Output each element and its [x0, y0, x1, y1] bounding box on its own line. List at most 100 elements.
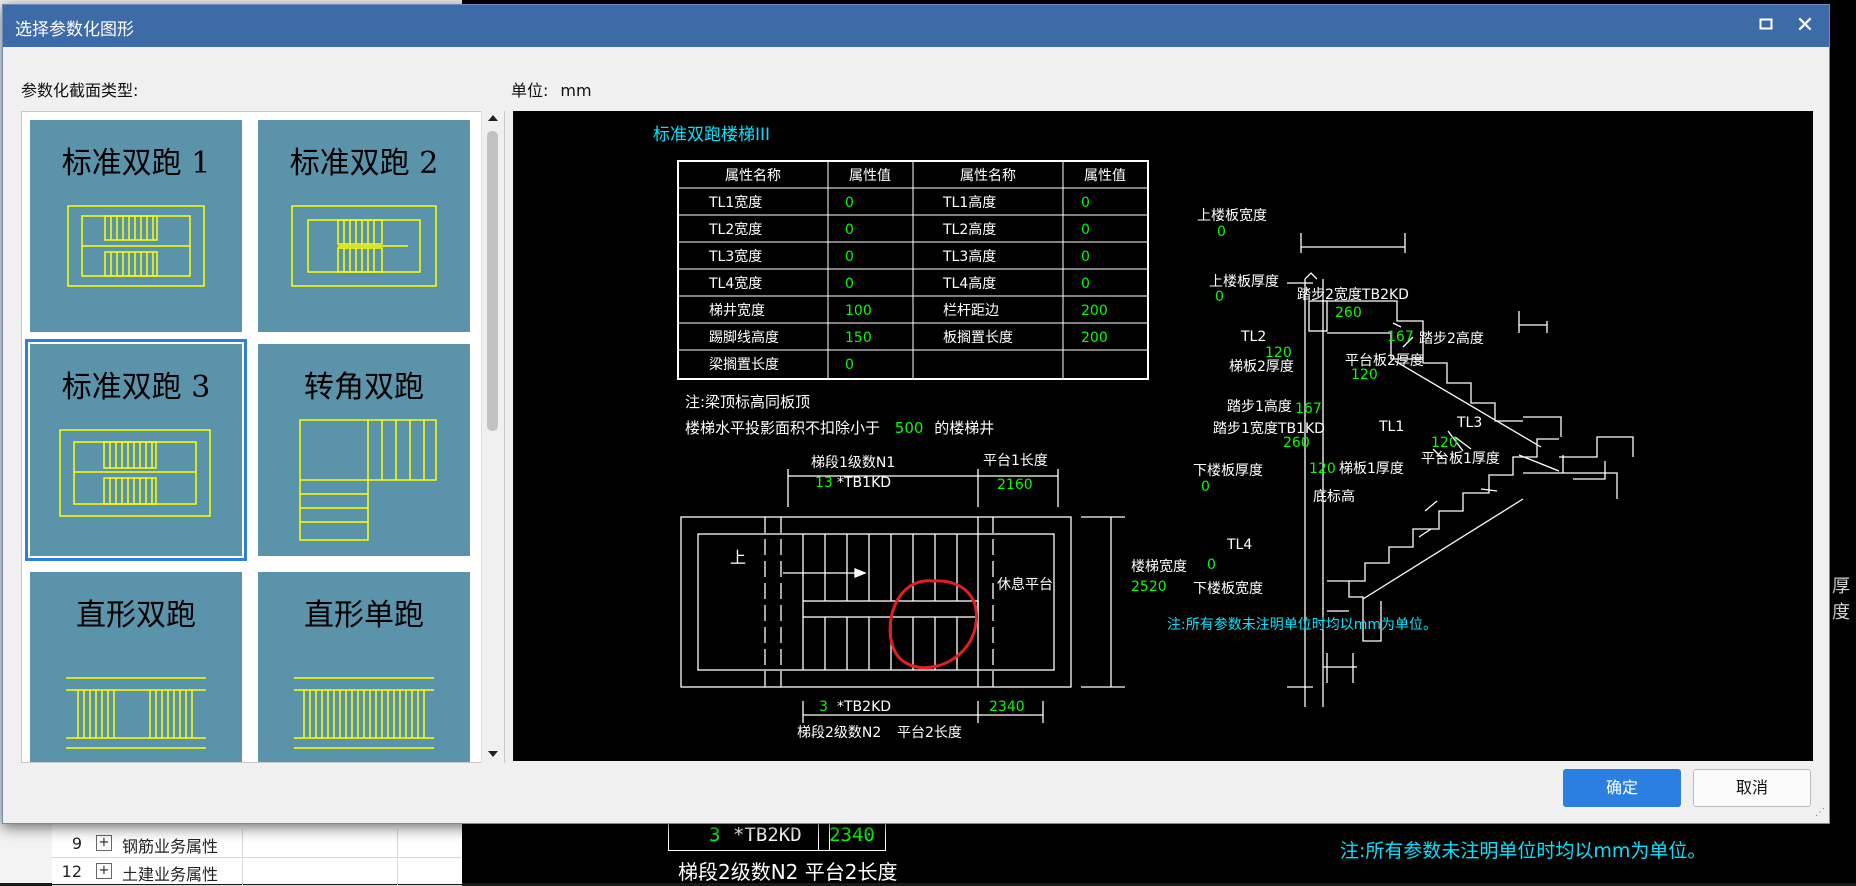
shape-item-straight-double[interactable]: 直形双跑	[30, 572, 242, 762]
table-cell: 0	[845, 249, 854, 265]
row-number: 9	[71, 834, 82, 853]
note-beam: 注:梁顶标高同板顶	[685, 393, 810, 411]
up-label: 上	[730, 548, 746, 567]
n2-value: 3	[819, 699, 828, 715]
n2-value: 3	[709, 824, 721, 846]
step1-height-value: 167	[1295, 401, 1322, 417]
top-thick-value: 0	[1215, 289, 1224, 305]
straight-single-stair-icon	[294, 677, 434, 749]
close-icon[interactable]: ✕	[1791, 13, 1819, 39]
shape-preview-canvas: 标准双跑楼梯III 属性名称 属性值 属性名称 属性值 TL1宽度 0 TL1高…	[513, 111, 1813, 761]
stair-plan-view	[680, 469, 1125, 723]
pt2-value: 2340	[829, 824, 875, 846]
parametric-shape-dialog: 选择参数化图形 ✕ 参数化截面类型: 单位: mm 标准双跑 1 标准双跑 2 …	[2, 4, 1830, 824]
cancel-button[interactable]: 取消	[1693, 769, 1811, 807]
table-cell: TL1高度	[942, 194, 996, 211]
row-label: 土建业务属性	[122, 865, 219, 884]
slab1-label: 梯板1厚度	[1339, 461, 1404, 477]
maximize-icon[interactable]	[1753, 13, 1779, 39]
shape-list[interactable]: 标准双跑 1 标准双跑 2 标准双跑 3 转角双跑 直形双跑 直形单跑	[21, 111, 505, 763]
table-cell: 0	[1081, 195, 1090, 211]
double-run-stair-icon	[291, 205, 437, 287]
table-cell: 0	[845, 222, 854, 238]
note-area-a: 楼梯水平投影面积不扣除小于	[685, 419, 880, 437]
shape-item-standard-double-1[interactable]: 标准双跑 1	[30, 120, 242, 332]
expand-icon[interactable]: +	[96, 863, 112, 879]
shape-item-standard-double-3[interactable]: 标准双跑 3	[25, 339, 247, 561]
ok-button[interactable]: 确定	[1563, 769, 1681, 807]
table-cell: 200	[1081, 303, 1108, 319]
straight-double-stair-icon	[66, 677, 206, 749]
scroll-up-icon[interactable]	[488, 115, 498, 121]
bottom-width-value: 0	[1207, 557, 1216, 573]
tl2-label: TL2	[1240, 329, 1266, 345]
note-area: 楼梯水平投影面积不扣除小于 500 的楼梯井	[685, 419, 994, 437]
table-cell: TL3宽度	[708, 248, 762, 265]
n1-value: 13	[815, 475, 833, 491]
top-width-value: 0	[1217, 224, 1226, 240]
shape-item-corner-double[interactable]: 转角双跑	[258, 344, 470, 556]
tl3-label: TL3	[1456, 415, 1482, 431]
table-row[interactable]: 12 + 土建业务属性	[52, 857, 462, 886]
table-row[interactable]: 9 + 钢筋业务属性	[52, 829, 462, 858]
section-labels: 上楼板宽度 0 上楼板厚度 0 踏步2宽度TB2KD 260 167 踏步2高度…	[1167, 207, 1500, 633]
property-table: 属性名称 属性值 属性名称 属性值 TL1宽度 0 TL1高度 0 TL2宽度 …	[677, 160, 1149, 380]
shape-item-standard-double-2[interactable]: 标准双跑 2	[258, 120, 470, 332]
step2-width-label: 踏步2宽度TB2KD	[1297, 286, 1409, 303]
table-cell: 板搁置长度	[943, 330, 1013, 346]
resize-grip-icon[interactable]: ⋰	[1815, 807, 1825, 818]
background-cad-label: 梯段2级数N2 平台2长度	[678, 860, 898, 884]
table-cell: TL2宽度	[708, 221, 762, 238]
table-header: 属性值	[849, 168, 891, 184]
unit-caption: 单位:	[511, 81, 549, 100]
rest-platform-label: 休息平台	[997, 576, 1053, 593]
width-label: 楼梯宽度	[1131, 558, 1187, 575]
shape-item-straight-single[interactable]: 直形单跑	[258, 572, 470, 762]
plat1-value: 120	[1431, 435, 1458, 451]
background-cad-n2-box: 3 *TB2KD	[668, 824, 830, 851]
preview-title: 标准双跑楼梯III	[653, 125, 770, 145]
pt1-value: 2160	[997, 477, 1033, 493]
dialog-titlebar[interactable]: 选择参数化图形 ✕	[3, 5, 1829, 47]
red-annotation-circle	[888, 579, 979, 670]
table-rows: TL1宽度 0 TL1高度 0 TL2宽度 0 TL2高度 0 TL3宽度 0 …	[708, 194, 1108, 373]
shape-list-scrollbar[interactable]	[481, 111, 504, 763]
scrollbar-thumb[interactable]	[487, 131, 498, 431]
tb2-label: *TB2KD	[733, 824, 802, 846]
unit-value: mm	[560, 81, 592, 100]
bottom-thick-label: 下楼板厚度	[1193, 463, 1263, 479]
row-number: 12	[61, 862, 82, 881]
bottom-width-label: 下楼板宽度	[1193, 580, 1263, 597]
expand-icon[interactable]: +	[96, 835, 112, 851]
pt2-label: 平台2长度	[897, 725, 962, 741]
table-cell: 0	[1081, 249, 1090, 265]
table-cell: TL4高度	[942, 275, 996, 292]
base-elevation-label: 底标高	[1313, 488, 1355, 505]
plan-labels: 梯段1级数N1 13 *TB1KD 平台1长度 2160 上 休息平台 楼梯宽度…	[730, 453, 1187, 741]
plat2-value: 120	[1351, 367, 1378, 383]
table-cell: TL1宽度	[708, 194, 762, 211]
dialog-title: 选择参数化图形	[15, 20, 134, 40]
tl4-label: TL4	[1226, 537, 1252, 553]
step2-height-value: 167	[1387, 329, 1414, 345]
table-cell: TL3高度	[942, 248, 996, 265]
table-cell: 0	[845, 195, 854, 211]
n2-label: 梯段2级数N2	[797, 725, 881, 741]
slab1-value: 120	[1309, 461, 1336, 477]
double-run-stair-icon	[67, 205, 205, 287]
table-header: 属性名称	[960, 168, 1016, 184]
width-value: 2520	[1131, 579, 1167, 595]
table-cell: 0	[1081, 222, 1090, 238]
tl1-label: TL1	[1378, 419, 1404, 435]
unit-label: 单位: mm	[511, 77, 592, 101]
scroll-down-icon[interactable]	[488, 751, 498, 757]
table-cell: 梯井宽度	[709, 302, 765, 319]
pt1-label: 平台1长度	[983, 453, 1048, 469]
background-cad-pt2-box: 2340	[818, 824, 886, 851]
slab2-label: 梯板2厚度	[1229, 359, 1294, 375]
top-width-label: 上楼板宽度	[1197, 207, 1267, 224]
table-cell: 200	[1081, 330, 1108, 346]
table-cell: 100	[845, 303, 872, 319]
step1-width-value: 260	[1283, 435, 1310, 451]
table-cell: TL2高度	[942, 221, 996, 238]
